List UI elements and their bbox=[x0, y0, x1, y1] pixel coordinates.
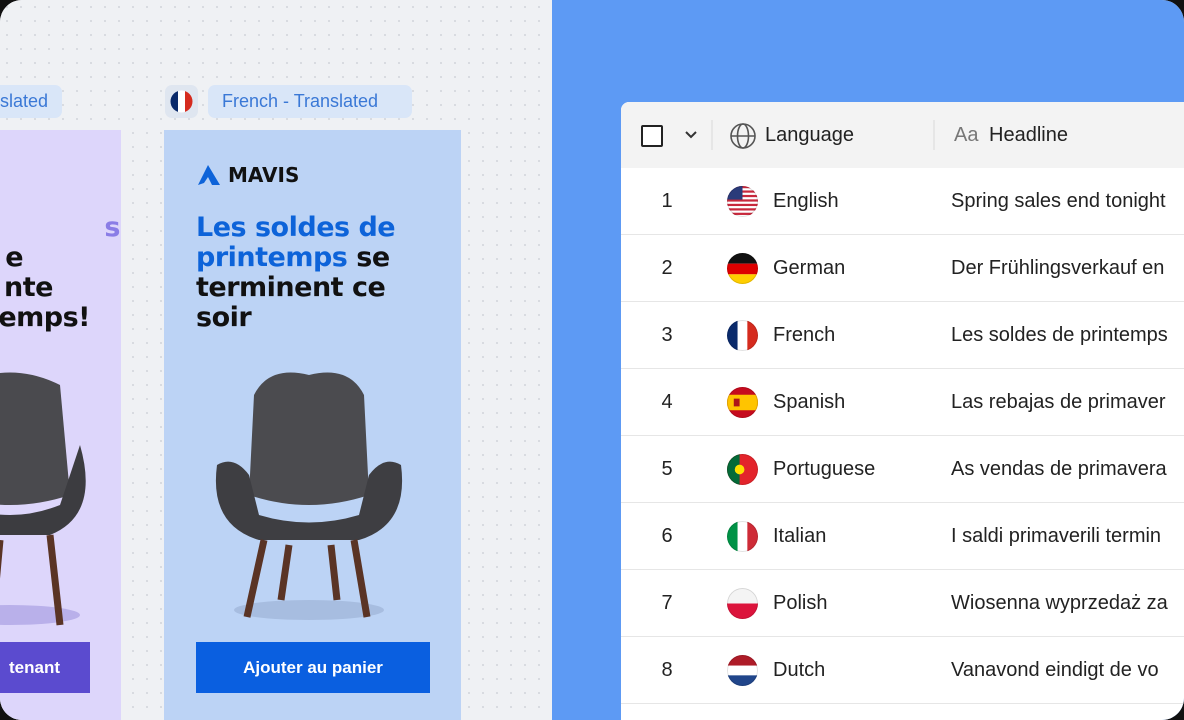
window: slated s e nte emps! tenant French - Tra… bbox=[0, 0, 1184, 720]
prev-language-chip[interactable]: slated bbox=[0, 85, 63, 118]
chair-image bbox=[0, 372, 86, 626]
language-cell: Polish bbox=[773, 592, 828, 614]
headline-cell[interactable]: Vanavond eindigt de vo bbox=[951, 659, 1159, 682]
headline-blue-word: printemps bbox=[196, 242, 348, 273]
prev-ad-banner[interactable]: s e nte emps! tenant bbox=[0, 130, 121, 720]
italy-flag-icon bbox=[727, 521, 758, 552]
headline-cell[interactable]: Las rebajas de primaver bbox=[951, 391, 1166, 414]
language-cell: Italian bbox=[773, 525, 827, 547]
prev-headline-2: e bbox=[5, 242, 23, 273]
brand-name: MAVIS bbox=[228, 163, 300, 187]
table-row[interactable]: 8 Dutch Vanavond eindigt de vo bbox=[621, 637, 1184, 704]
chevron-down-icon[interactable] bbox=[684, 129, 698, 141]
column-divider bbox=[933, 120, 935, 150]
france-flag-icon bbox=[170, 90, 193, 113]
poland-flag-icon bbox=[727, 588, 758, 619]
table-row[interactable]: 1 English Spring sales end tonight bbox=[621, 168, 1184, 235]
headline-cell[interactable]: As vendas de primavera bbox=[951, 458, 1167, 481]
headline-line-2: printemps se bbox=[196, 243, 390, 273]
france-flag-icon bbox=[727, 320, 758, 351]
portugal-flag-icon bbox=[727, 454, 758, 485]
language-cell: French bbox=[773, 324, 836, 346]
row-number: 6 bbox=[661, 525, 673, 547]
headline-line-3: terminent ce bbox=[196, 272, 386, 303]
headline-cell[interactable]: Spring sales end tonight bbox=[951, 190, 1166, 213]
row-number: 7 bbox=[661, 592, 673, 614]
netherlands-flag-icon bbox=[727, 655, 758, 686]
prev-cta-button[interactable]: tenant bbox=[0, 642, 90, 693]
table-row[interactable]: 7 Polish Wiosenna wyprzedaż za bbox=[621, 570, 1184, 637]
table-row[interactable]: 5 Portuguese As vendas de primavera bbox=[621, 436, 1184, 503]
column-divider bbox=[711, 120, 713, 150]
mavis-logo-icon bbox=[198, 165, 220, 185]
table-header: Language Aa Headline bbox=[621, 102, 1184, 168]
ad-preview-canvas: slated s e nte emps! tenant French - Tra… bbox=[0, 0, 552, 720]
table-row[interactable]: 3 French Les soldes de printemps bbox=[621, 302, 1184, 369]
headline-cell[interactable]: Les soldes de printemps bbox=[951, 324, 1168, 347]
row-number: 1 bbox=[661, 190, 673, 212]
headline-rest: se bbox=[347, 242, 390, 273]
language-cell: Portuguese bbox=[773, 458, 876, 480]
germany-flag-icon bbox=[727, 253, 758, 284]
prev-headline-1: s bbox=[104, 212, 120, 243]
headline-cell[interactable]: Der Frühlingsverkauf en bbox=[951, 257, 1164, 280]
prev-headline-4: emps! bbox=[0, 302, 91, 333]
column-language[interactable]: Language bbox=[765, 124, 854, 147]
text-type-icon: Aa bbox=[954, 124, 979, 146]
add-to-cart-button[interactable]: Ajouter au panier bbox=[196, 642, 430, 693]
table-row[interactable]: 6 Italian I saldi primaverili termin bbox=[621, 503, 1184, 570]
translations-table: Language Aa Headline 1 English Spring sa… bbox=[621, 102, 1184, 720]
french-ad-banner[interactable]: MAVIS Les soldes de printemps se termine… bbox=[164, 130, 461, 720]
spain-flag-icon bbox=[727, 387, 758, 418]
row-number: 8 bbox=[661, 659, 673, 681]
us-flag-icon bbox=[727, 186, 758, 217]
table-row[interactable]: 4 Spanish Las rebajas de primaver bbox=[621, 369, 1184, 436]
headline-line-4: soir bbox=[196, 302, 252, 333]
chair-image bbox=[215, 372, 403, 620]
globe-icon bbox=[730, 123, 756, 149]
language-cell: English bbox=[773, 190, 839, 212]
select-all-checkbox[interactable] bbox=[641, 125, 663, 147]
column-headline[interactable]: Headline bbox=[989, 124, 1068, 147]
language-cell: Spanish bbox=[773, 391, 846, 413]
row-number: 5 bbox=[661, 458, 673, 480]
headline-cell[interactable]: Wiosenna wyprzedaż za bbox=[951, 592, 1168, 615]
row-number: 3 bbox=[661, 324, 673, 346]
language-flag-chip[interactable] bbox=[165, 85, 198, 118]
language-cell: Dutch bbox=[773, 659, 826, 681]
table-row[interactable]: 2 German Der Frühlingsverkauf en bbox=[621, 235, 1184, 302]
prev-headline-3: nte bbox=[4, 272, 53, 303]
language-cell: German bbox=[773, 257, 846, 279]
row-number: 2 bbox=[661, 257, 673, 279]
headline-line-1: Les soldes de bbox=[196, 212, 396, 243]
row-number: 4 bbox=[661, 391, 673, 413]
language-status-chip[interactable]: French - Translated bbox=[208, 85, 412, 118]
headline-cell[interactable]: I saldi primaverili termin bbox=[951, 525, 1161, 548]
